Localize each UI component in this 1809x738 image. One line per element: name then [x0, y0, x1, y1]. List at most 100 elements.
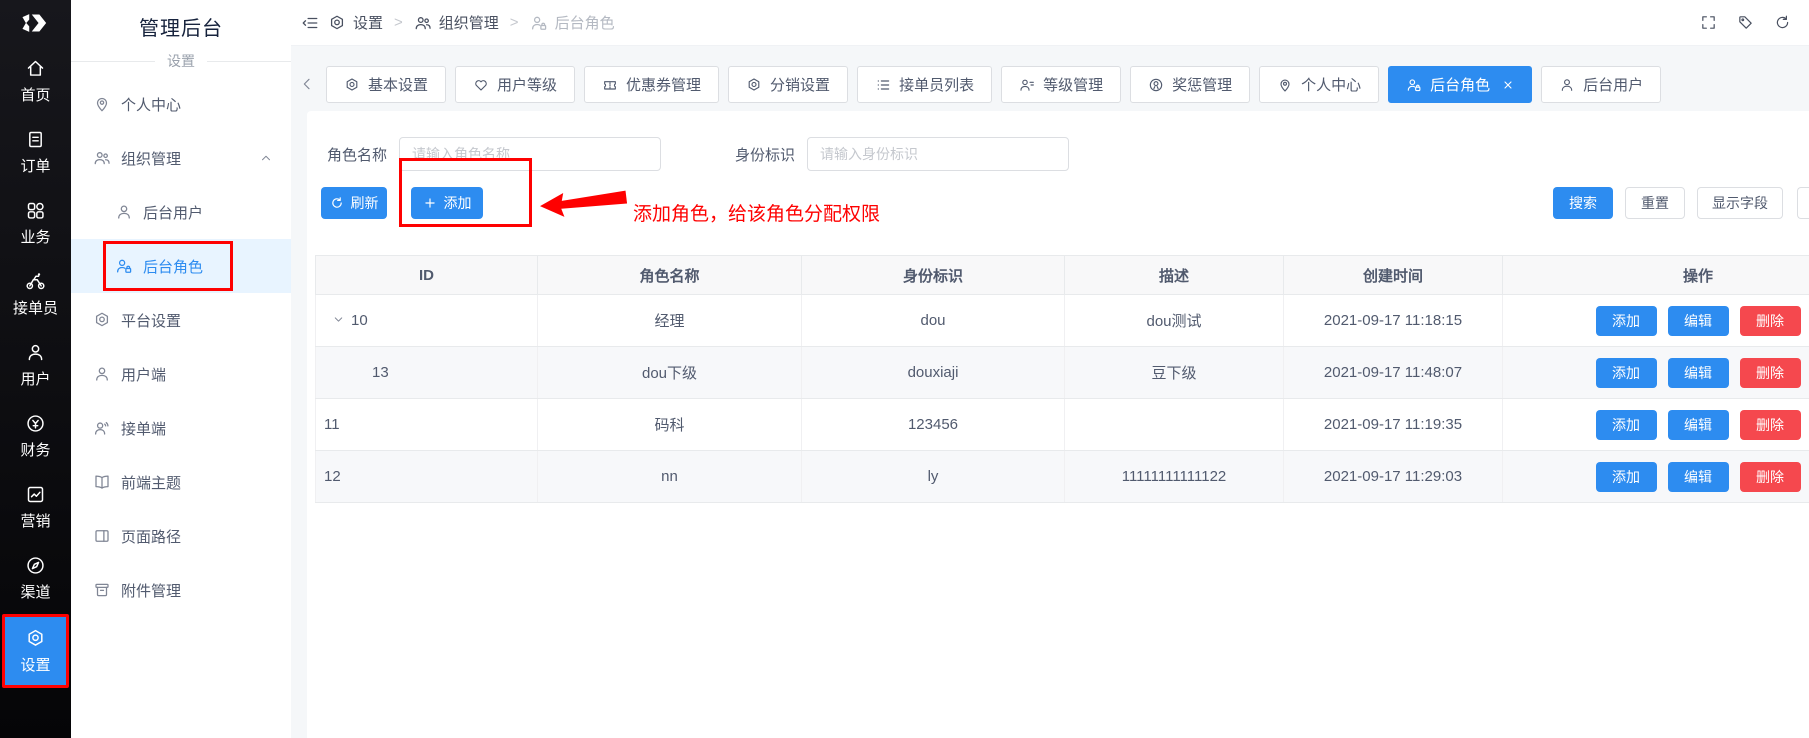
tabs-scroll-left-icon[interactable] — [299, 76, 315, 92]
sidebar-item-platform-settings[interactable]: 平台设置 — [71, 293, 291, 347]
created-at-cell: 2021-09-17 11:19:35 — [1284, 399, 1503, 451]
tab-level-management[interactable]: 等级管理 — [1001, 66, 1121, 103]
row-edit-button[interactable]: 编辑 — [1668, 306, 1729, 336]
row-delete-button[interactable]: 删除 — [1740, 462, 1801, 492]
col-header-description: 描述 — [1065, 256, 1284, 295]
tab-rider-list[interactable]: 接单员列表 — [857, 66, 992, 103]
table-row: 12 nn ly 11111111111122 2021-09-17 11:29… — [316, 451, 1809, 503]
add-role-button[interactable]: 添加 — [411, 187, 483, 219]
rail-item-riders[interactable]: 接单员 — [0, 259, 71, 330]
tab-personal-center[interactable]: 个人中心 — [1259, 66, 1379, 103]
app-logo[interactable] — [0, 0, 71, 46]
reset-label: 重置 — [1641, 193, 1669, 213]
breadcrumb-item[interactable]: 组织管理 — [439, 12, 499, 33]
sidebar-item-user-client[interactable]: 用户端 — [71, 347, 291, 401]
topbar-actions — [1700, 14, 1791, 31]
sidebar-item-page-paths[interactable]: 页面路径 — [71, 509, 291, 563]
role-name-input[interactable] — [399, 137, 661, 171]
business-grid-icon — [25, 200, 46, 221]
marketing-chart-icon — [25, 484, 46, 505]
refresh-button[interactable]: 刷新 — [321, 187, 387, 219]
description-cell: dou测试 — [1065, 295, 1284, 347]
rail-item-settings[interactable]: 设置 — [2, 614, 69, 688]
roles-table: ID 角色名称 身份标识 描述 创建时间 操作 10 经理 dou dou测试 — [315, 255, 1809, 503]
sidebar-item-organization[interactable]: 组织管理 — [71, 131, 291, 185]
row-add-button[interactable]: 添加 — [1596, 358, 1657, 388]
sidebar-item-rider-client[interactable]: 接单端 — [71, 401, 291, 455]
breadcrumb-separator: > — [510, 14, 519, 31]
row-delete-button[interactable]: 删除 — [1740, 306, 1801, 336]
annotation-arrow — [538, 186, 627, 221]
rail-label: 接单员 — [13, 297, 58, 318]
reset-button[interactable]: 重置 — [1625, 187, 1685, 219]
tab-coupon-management[interactable]: 优惠券管理 — [584, 66, 719, 103]
refresh-icon[interactable] — [1774, 14, 1791, 31]
tab-backend-roles[interactable]: 后台角色 — [1388, 66, 1532, 103]
row-id: 10 — [351, 312, 368, 329]
row-add-button[interactable]: 添加 — [1596, 462, 1657, 492]
search-button[interactable]: 搜索 — [1553, 187, 1613, 219]
user-person-icon — [25, 342, 46, 363]
close-icon[interactable] — [1502, 79, 1514, 91]
collapse-row-icon[interactable] — [332, 313, 345, 326]
identity-cell: ly — [802, 451, 1065, 503]
tab-label: 基本设置 — [368, 74, 428, 95]
open-tabs-bar: 基本设置 用户等级 优惠券管理 分销设置 接单员列表 等级管理 奖惩管理 个人中… — [291, 46, 1809, 103]
clipped-button-edge[interactable] — [1797, 187, 1809, 219]
menu-fold-icon[interactable] — [301, 14, 319, 32]
sidebar-item-personal-center[interactable]: 个人中心 — [71, 77, 291, 131]
gear-icon — [746, 77, 762, 93]
primary-nav-rail: 首页 订单 业务 接单员 用户 财务 营销 渠道 设置 — [0, 0, 71, 738]
plus-icon — [423, 196, 437, 210]
tab-reward-punishment[interactable]: 奖惩管理 — [1130, 66, 1250, 103]
rail-label: 业务 — [20, 226, 50, 247]
tab-basic-settings[interactable]: 基本设置 — [326, 66, 446, 103]
sidebar-item-label: 附件管理 — [121, 580, 181, 601]
row-add-button[interactable]: 添加 — [1596, 306, 1657, 336]
tab-backend-users[interactable]: 后台用户 — [1541, 66, 1661, 103]
tab-user-levels[interactable]: 用户等级 — [455, 66, 575, 103]
rail-label: 订单 — [20, 155, 50, 176]
breadcrumb-item[interactable]: 设置 — [353, 12, 383, 33]
rail-item-channel[interactable]: 渠道 — [0, 543, 71, 614]
rail-item-business[interactable]: 业务 — [0, 188, 71, 259]
fullscreen-icon[interactable] — [1700, 14, 1717, 31]
sidebar-item-label: 平台设置 — [121, 310, 181, 331]
row-delete-button[interactable]: 删除 — [1740, 410, 1801, 440]
settings-gear-icon — [25, 628, 46, 649]
heart-icon — [473, 77, 489, 93]
show-fields-button[interactable]: 显示字段 — [1697, 187, 1783, 219]
rail-item-marketing[interactable]: 营销 — [0, 472, 71, 543]
row-edit-button[interactable]: 编辑 — [1668, 410, 1729, 440]
breadcrumb-item-label: 后台角色 — [555, 12, 615, 33]
tab-distribution-settings[interactable]: 分销设置 — [728, 66, 848, 103]
id-cell: 12 — [316, 451, 538, 503]
identity-input[interactable] — [807, 137, 1069, 171]
theme-tags-icon[interactable] — [1737, 14, 1754, 31]
person-icon — [93, 365, 111, 383]
tab-label: 优惠券管理 — [626, 74, 701, 95]
gear-icon — [328, 14, 346, 32]
person-lock-icon — [115, 257, 133, 275]
row-edit-button[interactable]: 编辑 — [1668, 358, 1729, 388]
role-name-cell: 经理 — [538, 295, 802, 347]
sidebar-item-backend-roles[interactable]: 后台角色 — [71, 239, 291, 293]
rail-item-finance[interactable]: 财务 — [0, 401, 71, 472]
rail-label: 渠道 — [20, 581, 50, 602]
sidebar-item-frontend-theme[interactable]: 前端主题 — [71, 455, 291, 509]
col-header-id: ID — [316, 256, 538, 295]
rail-item-users[interactable]: 用户 — [0, 330, 71, 401]
sidebar-item-attachments[interactable]: 附件管理 — [71, 563, 291, 617]
row-add-button[interactable]: 添加 — [1596, 410, 1657, 440]
row-delete-button[interactable]: 删除 — [1740, 358, 1801, 388]
rail-item-orders[interactable]: 订单 — [0, 117, 71, 188]
show-fields-label: 显示字段 — [1712, 193, 1768, 213]
gear-icon — [93, 311, 111, 329]
home-icon — [25, 58, 46, 79]
col-header-created-at: 创建时间 — [1284, 256, 1503, 295]
row-edit-button[interactable]: 编辑 — [1668, 462, 1729, 492]
rail-item-home[interactable]: 首页 — [0, 46, 71, 117]
filter-row: 角色名称 身份标识 — [315, 137, 1809, 171]
sidebar-item-backend-users[interactable]: 后台用户 — [71, 185, 291, 239]
col-header-identity: 身份标识 — [802, 256, 1065, 295]
